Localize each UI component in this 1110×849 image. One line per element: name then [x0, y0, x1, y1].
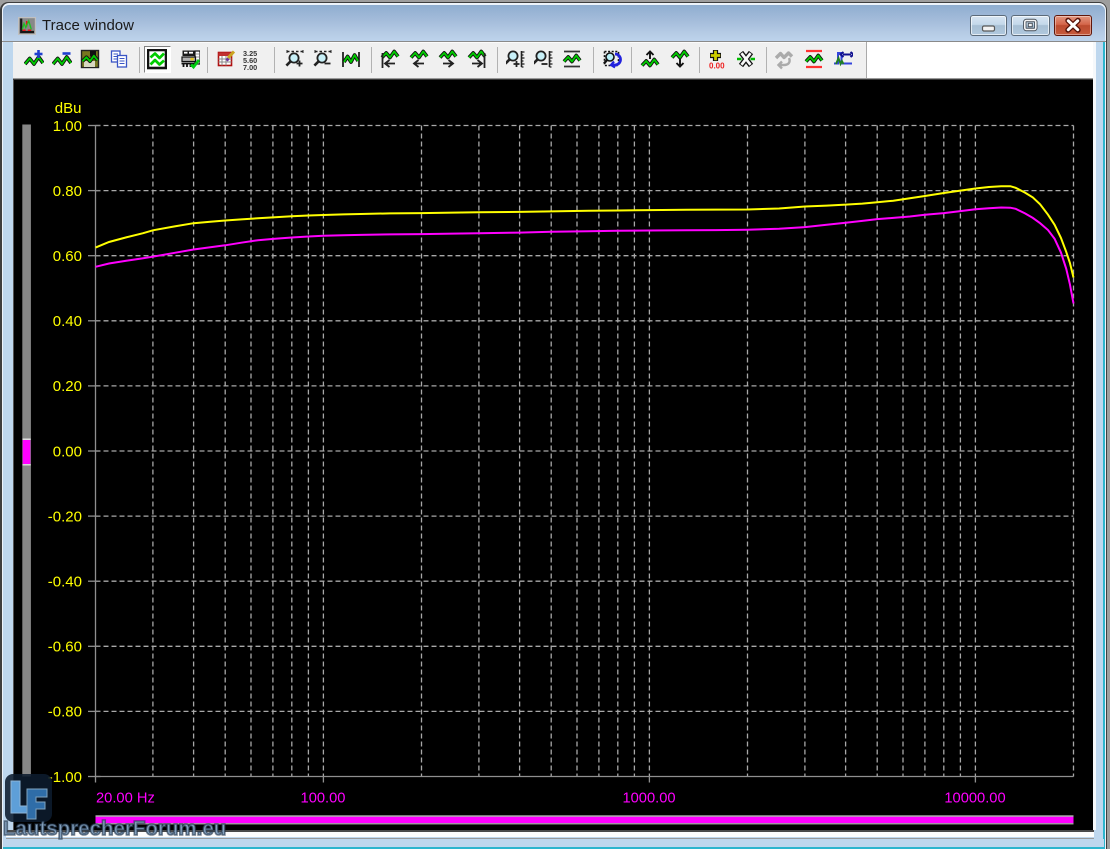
svg-text:0.40: 0.40: [53, 313, 82, 330]
svg-text:1000.00: 1000.00: [622, 791, 675, 807]
svg-text:-0.80: -0.80: [48, 704, 82, 721]
svg-text:100.00: 100.00: [301, 791, 346, 807]
svg-text:0.00: 0.00: [709, 62, 725, 71]
svg-text:0.60: 0.60: [53, 248, 82, 265]
svg-text:10000.00: 10000.00: [944, 791, 1005, 807]
svg-text:0.20: 0.20: [53, 378, 82, 395]
svg-text:dBu: dBu: [55, 100, 82, 117]
svg-text:7.00: 7.00: [243, 63, 257, 70]
svg-text:-0.60: -0.60: [48, 639, 82, 656]
svg-text:20.00 Hz: 20.00 Hz: [96, 791, 155, 807]
svg-text:1.00: 1.00: [53, 118, 82, 135]
svg-text:0.00: 0.00: [53, 444, 82, 461]
svg-text:-0.40: -0.40: [48, 574, 82, 591]
svg-text:-0.20: -0.20: [48, 509, 82, 526]
svg-text:0.80: 0.80: [53, 183, 82, 200]
svg-text:-1.00: -1.00: [48, 769, 82, 786]
